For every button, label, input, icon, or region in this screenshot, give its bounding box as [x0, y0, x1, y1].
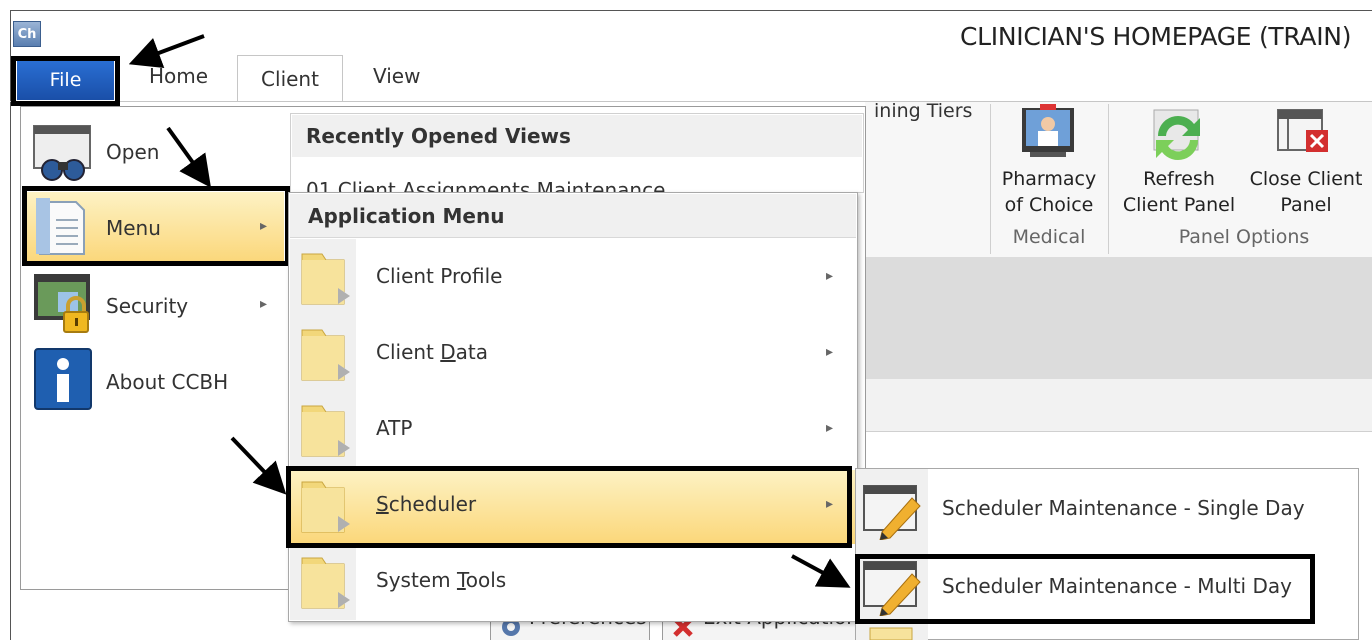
annotation-arrows: [128, 34, 851, 588]
arrow-to-multi-day: [791, 554, 851, 588]
arrow-to-scheduler: [230, 436, 287, 495]
arrow-to-menu: [166, 126, 212, 188]
arrow-to-file: [128, 34, 205, 68]
